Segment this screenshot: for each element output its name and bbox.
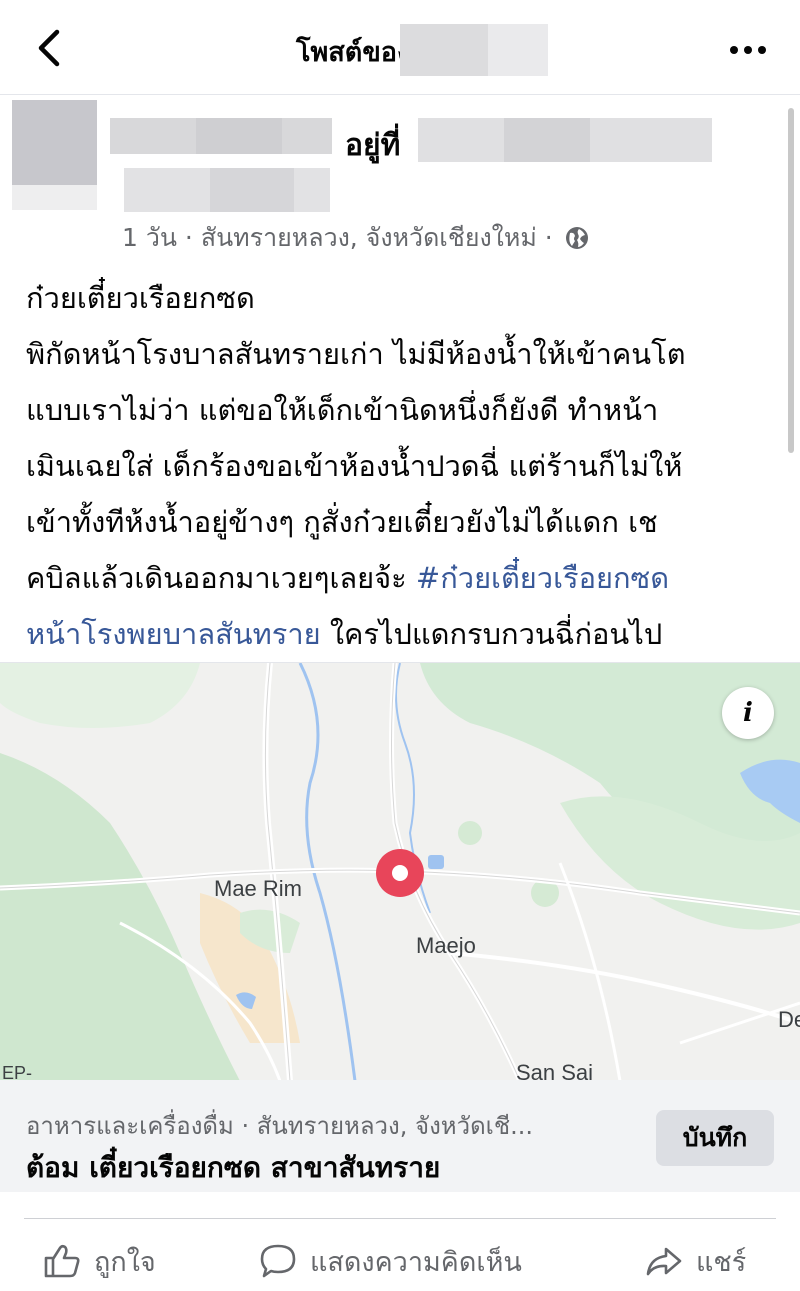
chevron-left-icon <box>38 29 60 67</box>
comment-bubble-icon <box>260 1244 296 1278</box>
map-graphic <box>0 663 800 1080</box>
more-dots-icon <box>730 46 738 54</box>
page-title: โพสต์ของ <box>296 37 411 68</box>
location-prefix: อยู่ที่ <box>345 128 401 163</box>
redacted-location-name <box>210 168 294 212</box>
save-button[interactable]: บันทึก <box>656 1110 774 1166</box>
globe-icon <box>565 227 588 249</box>
comment-button[interactable]: แสดงความคิดเห็น <box>258 1236 522 1286</box>
avatar[interactable] <box>12 100 97 185</box>
place-name[interactable]: ต้อม เตี๋ยวเรือยกซด สาขาสันทราย <box>26 1146 440 1190</box>
redacted-location-name <box>504 118 590 162</box>
like-button[interactable]: ถูกใจ <box>42 1236 156 1286</box>
post-body: ก๋วยเตี๋ยวเรือยกซด พิกัดหน้าโรงบาลสันทรา… <box>26 270 786 718</box>
post-meta: 1 วัน · สันทรายหลวง, จังหวัดเชียงใหม่ · <box>122 218 589 258</box>
share-label: แชร์ <box>696 1246 747 1278</box>
post-meta-text: 1 วัน · สันทรายหลวง, จังหวัดเชียงใหม่ · <box>122 223 553 252</box>
map-label-san-sai: San Sai <box>516 1060 594 1080</box>
map-label-mae-rim: Mae Rim <box>214 876 303 901</box>
redacted-name <box>488 24 548 76</box>
avatar-fade <box>12 185 97 210</box>
scrollbar[interactable] <box>788 108 794 453</box>
divider <box>24 1218 776 1219</box>
comment-label: แสดงความคิดเห็น <box>310 1246 522 1278</box>
location-map[interactable]: Mae Rim Maejo San Sai EP- De i <box>0 662 800 1080</box>
share-arrow-icon <box>646 1247 682 1276</box>
share-button[interactable]: แชร์ <box>644 1236 746 1286</box>
map-label-maejo: Maejo <box>416 933 476 958</box>
post-body-text: ก๋วยเตี๋ยวเรือยกซด พิกัดหน้าโรงบาลสันทรา… <box>26 281 686 595</box>
redacted-name <box>400 24 488 76</box>
place-category: อาหารและเครื่องดื่ม · สันทรายหลวง, จังหว… <box>26 1112 534 1140</box>
info-icon: i <box>743 698 753 728</box>
map-label-edge: EP- <box>2 1063 33 1080</box>
back-button[interactable] <box>30 26 70 70</box>
map-label-edge-right: De <box>778 1007 800 1032</box>
map-info-button[interactable]: i <box>722 687 774 739</box>
top-bar: โพสต์ของ <box>0 0 800 95</box>
like-label: ถูกใจ <box>94 1246 156 1278</box>
more-options-button[interactable] <box>730 40 770 60</box>
thumbs-up-icon <box>44 1244 80 1278</box>
redacted-author-name <box>196 118 282 154</box>
